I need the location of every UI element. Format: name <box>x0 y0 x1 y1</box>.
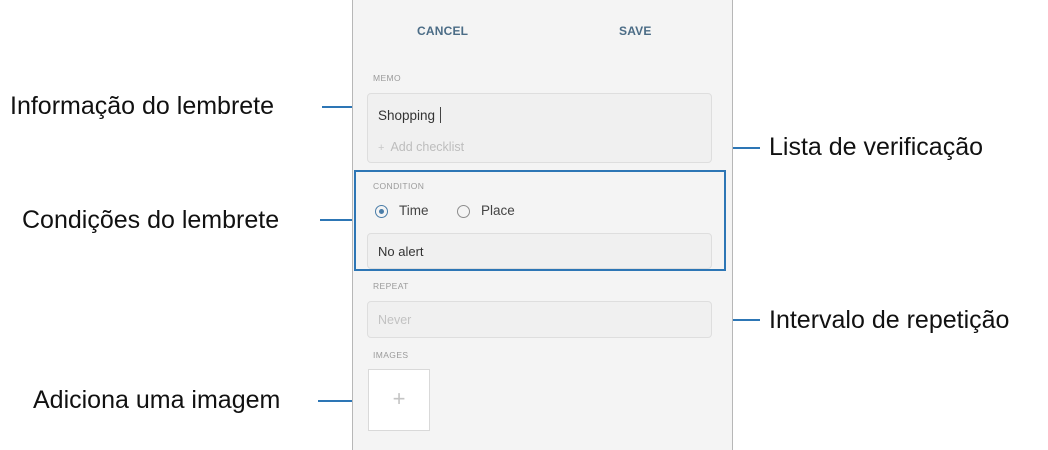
callout-repeat-interval: Intervalo de repetição <box>769 306 1010 334</box>
callout-conditions: Condições do lembrete <box>22 206 280 234</box>
callout-add-image: Adiciona uma imagem <box>33 386 281 414</box>
add-checklist-button[interactable]: + Add checklist <box>378 140 464 154</box>
callout-checklist: Lista de verificação <box>769 133 984 161</box>
condition-section-label: CONDITION <box>373 181 425 191</box>
callout-line-conditions <box>320 219 353 221</box>
radio-option-time[interactable]: Time <box>375 203 455 221</box>
radio-option-place[interactable]: Place <box>457 203 547 221</box>
images-section-label: IMAGES <box>373 350 409 360</box>
save-button[interactable]: SAVE <box>619 24 652 38</box>
add-image-button[interactable]: + <box>368 369 430 431</box>
memo-section-label: MEMO <box>373 73 402 83</box>
memo-field[interactable]: Shopping + Add checklist <box>367 93 712 163</box>
reminder-edit-screen: CANCEL SAVE MEMO Shopping + Add checklist… <box>352 0 733 450</box>
text-cursor <box>440 107 442 123</box>
radio-selected-icon <box>375 205 388 218</box>
repeat-placeholder: Never <box>378 313 412 327</box>
add-checklist-label: Add checklist <box>390 140 465 154</box>
memo-text[interactable]: Shopping <box>378 107 442 123</box>
plus-icon: + <box>392 386 406 411</box>
memo-text-value: Shopping <box>378 108 436 123</box>
repeat-section-label: REPEAT <box>373 281 409 291</box>
plus-icon: + <box>378 142 385 154</box>
radio-time-label: Time <box>399 203 429 218</box>
callout-memo-info: Informação do lembrete <box>10 92 275 120</box>
alert-selector[interactable]: No alert <box>367 233 712 269</box>
action-bar: CANCEL SAVE <box>353 0 732 62</box>
radio-place-label: Place <box>481 203 515 218</box>
cancel-button[interactable]: CANCEL <box>417 24 468 38</box>
alert-value: No alert <box>378 244 424 259</box>
repeat-selector[interactable]: Never <box>367 301 712 338</box>
radio-unselected-icon <box>457 205 470 218</box>
